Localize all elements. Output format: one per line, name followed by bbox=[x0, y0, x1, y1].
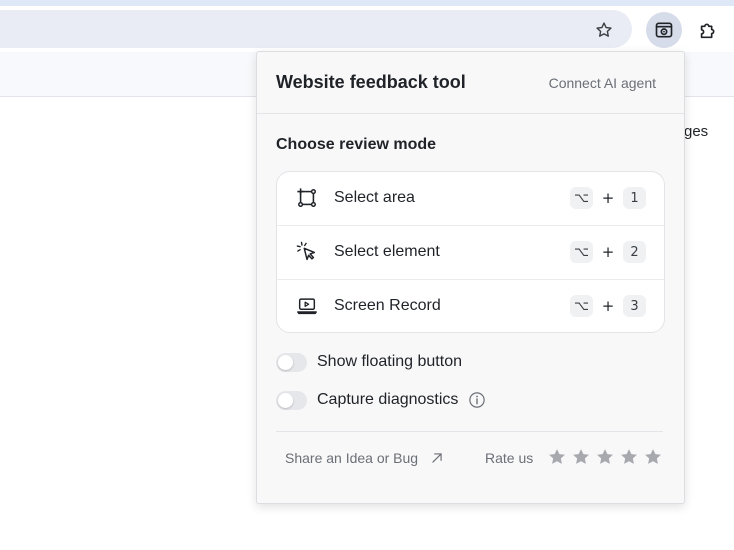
modifier-key: ⌥ bbox=[570, 187, 593, 209]
modifier-key: ⌥ bbox=[570, 295, 593, 317]
toggle-switch[interactable] bbox=[276, 352, 307, 372]
rating-star-4[interactable] bbox=[619, 447, 639, 467]
shortcut-plus: + bbox=[601, 243, 615, 261]
external-arrow-icon bbox=[430, 451, 444, 465]
star-icon bbox=[597, 449, 613, 464]
modifier-key: ⌥ bbox=[570, 241, 593, 263]
extensions-menu-button[interactable] bbox=[690, 12, 726, 48]
shortcut-plus: + bbox=[601, 189, 615, 207]
toggle-show-floating-button[interactable]: Show floating button bbox=[276, 349, 462, 375]
toggle-switch[interactable] bbox=[276, 390, 307, 410]
shortcut-key: 1 bbox=[623, 187, 646, 209]
rating-stars bbox=[547, 447, 663, 467]
footer-divider bbox=[276, 431, 663, 432]
shortcut-hint: ⌥ + 2 bbox=[570, 240, 646, 264]
rate-us-label: Rate us bbox=[485, 450, 534, 466]
rating-star-1[interactable] bbox=[547, 447, 567, 467]
laptop-record-icon bbox=[297, 298, 317, 315]
bookmark-star-button[interactable] bbox=[588, 15, 620, 45]
mode-label: Screen Record bbox=[334, 297, 441, 314]
share-idea-link[interactable]: Share an Idea or Bug bbox=[285, 450, 444, 466]
feedback-extension-button[interactable] bbox=[646, 12, 682, 48]
shortcut-hint: ⌥ + 1 bbox=[570, 186, 646, 210]
mode-label: Select element bbox=[334, 243, 440, 260]
browser-toolbar bbox=[0, 6, 734, 52]
toggle-capture-diagnostics[interactable]: Capture diagnostics bbox=[276, 387, 486, 413]
review-mode-card: Select area ⌥ + 1 Select element ⌥ + 2 S… bbox=[276, 171, 665, 333]
star-icon bbox=[645, 449, 661, 464]
cursor-click-icon bbox=[296, 241, 316, 261]
star-outline-icon bbox=[596, 22, 612, 37]
popup-header: Website feedback tool Connect AI agent bbox=[257, 52, 684, 114]
mode-label: Select area bbox=[334, 189, 415, 206]
mode-screen-record[interactable]: Screen Record ⌥ + 3 bbox=[277, 279, 664, 332]
mode-select-area[interactable]: Select area ⌥ + 1 bbox=[277, 172, 664, 225]
star-icon bbox=[549, 449, 565, 464]
shortcut-key: 2 bbox=[623, 241, 646, 263]
shortcut-key: 3 bbox=[623, 295, 646, 317]
star-icon bbox=[621, 449, 637, 464]
connect-ai-agent-link[interactable]: Connect AI agent bbox=[549, 75, 656, 91]
popup-title: Website feedback tool bbox=[276, 72, 466, 92]
share-label: Share an Idea or Bug bbox=[285, 450, 419, 466]
rating-star-3[interactable] bbox=[595, 447, 615, 467]
puzzle-icon bbox=[700, 23, 715, 39]
rating-star-5[interactable] bbox=[643, 447, 663, 467]
shortcut-hint: ⌥ + 3 bbox=[570, 294, 646, 318]
select-area-icon bbox=[297, 188, 316, 207]
shortcut-plus: + bbox=[601, 297, 615, 315]
review-mode-heading: Choose review mode bbox=[276, 136, 437, 153]
feedback-popup: Website feedback tool Connect AI agent C… bbox=[256, 51, 685, 504]
info-icon[interactable] bbox=[468, 391, 486, 409]
address-bar[interactable] bbox=[0, 10, 632, 48]
toggle-label: Capture diagnostics bbox=[317, 391, 459, 408]
mode-select-element[interactable]: Select element ⌥ + 2 bbox=[277, 225, 664, 279]
feedback-extension-icon bbox=[655, 22, 673, 38]
page-text-partial: ges bbox=[684, 123, 709, 140]
rating-star-2[interactable] bbox=[571, 447, 591, 467]
star-icon bbox=[573, 449, 589, 464]
toggle-label: Show floating button bbox=[317, 353, 462, 370]
